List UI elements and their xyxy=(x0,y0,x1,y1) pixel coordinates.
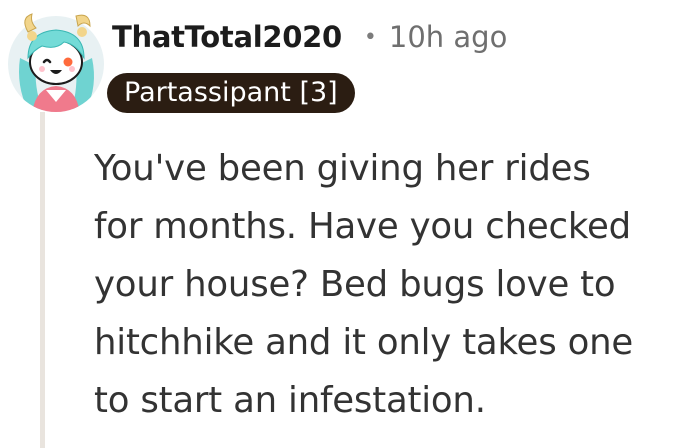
comment-body: You've been giving her rides for months.… xyxy=(94,140,694,430)
comment-body-line: You've been giving her rides xyxy=(94,148,591,189)
thread-line[interactable] xyxy=(40,112,45,448)
username-link[interactable]: ThatTotal2020 xyxy=(112,20,342,54)
separator-dot: • xyxy=(363,24,377,50)
comment: ThatTotal2020 • 10h ago Partassipant [3]… xyxy=(0,0,700,448)
snoo-avatar-icon[interactable] xyxy=(6,6,106,116)
timestamp-link[interactable]: 10h ago xyxy=(389,20,507,54)
comment-body-line: for months. Have you checked xyxy=(94,206,631,247)
user-flair-badge: Partassipant [3] xyxy=(107,73,355,113)
comment-body-line: hitchhike and it only takes one xyxy=(94,322,634,363)
comment-header: ThatTotal2020 • 10h ago xyxy=(112,14,507,60)
comment-body-line: to start an infestation. xyxy=(94,380,486,421)
comment-body-line: your house? Bed bugs love to xyxy=(94,264,616,305)
